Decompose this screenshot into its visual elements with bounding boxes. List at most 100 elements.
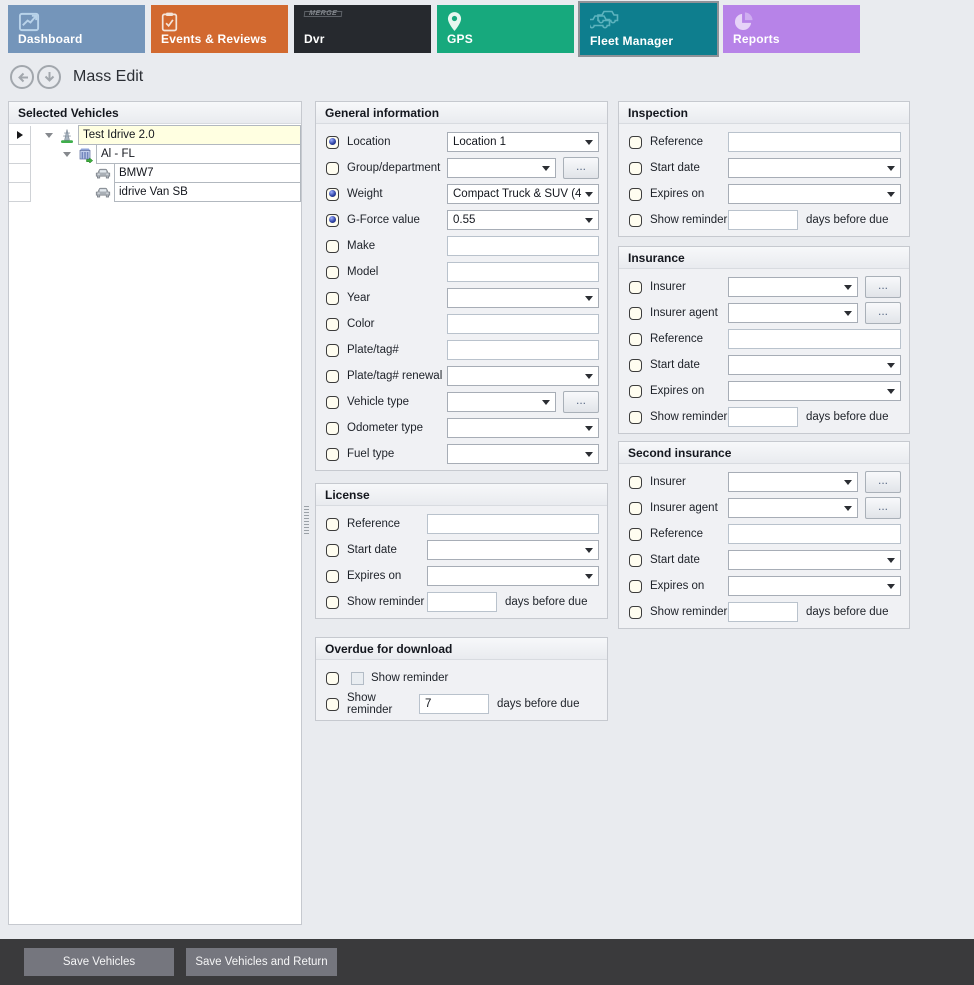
- general-g-force-value-combo[interactable]: 0.55: [447, 210, 599, 230]
- insurance-insurer-apply-checkbox[interactable]: [629, 281, 642, 294]
- insurance-insurer-browse-button[interactable]: ...: [865, 276, 901, 298]
- insurance-expires-on-apply-checkbox[interactable]: [629, 385, 642, 398]
- insurance-start-date-combo[interactable]: [728, 355, 901, 375]
- tab-reports[interactable]: Reports: [723, 5, 860, 53]
- second_insurance-expires-on-combo[interactable]: [728, 576, 901, 596]
- general-g-force-value-apply-checkbox[interactable]: [326, 214, 339, 227]
- tab-fleet-manager[interactable]: Fleet Manager: [580, 3, 717, 55]
- general-fuel-type-combo[interactable]: [447, 444, 599, 464]
- second_insurance-start-date-apply-checkbox[interactable]: [629, 554, 642, 567]
- general-odometer-type-combo[interactable]: [447, 418, 599, 438]
- map-pin-icon: [447, 11, 462, 32]
- general-vehicle-type-browse-button[interactable]: ...: [563, 391, 599, 413]
- tab-events-reviews[interactable]: Events & Reviews: [151, 5, 288, 53]
- insurance-expires-on-combo[interactable]: [728, 381, 901, 401]
- general-year-combo[interactable]: [447, 288, 599, 308]
- general-weight-apply-checkbox[interactable]: [326, 188, 339, 201]
- license-show-reminder-apply-checkbox[interactable]: [326, 596, 339, 609]
- tree-node-al-fl[interactable]: Al - FL: [96, 144, 301, 164]
- insurance-reference-input[interactable]: [728, 329, 901, 349]
- inspection-reference-apply-checkbox[interactable]: [629, 136, 642, 149]
- license-expires-on-apply-checkbox[interactable]: [326, 570, 339, 583]
- second_insurance-insurer-agent-apply-checkbox[interactable]: [629, 502, 642, 515]
- general-group-department-apply-checkbox[interactable]: [326, 162, 339, 175]
- field-label: Plate/tag# renewal: [347, 370, 447, 382]
- general-plate-tag-apply-checkbox[interactable]: [326, 344, 339, 357]
- general-color-input[interactable]: [447, 314, 599, 334]
- splitter-grip[interactable]: [304, 506, 309, 534]
- scroll-down-button[interactable]: [37, 65, 61, 89]
- inspection-start-date-combo[interactable]: [728, 158, 901, 178]
- second_insurance-insurer-agent-browse-button[interactable]: ...: [865, 497, 901, 519]
- tab-gps[interactable]: GPS: [437, 5, 574, 53]
- field-label: Reference: [650, 333, 728, 345]
- general-group-department-combo[interactable]: [447, 158, 556, 178]
- second_insurance-start-date-combo[interactable]: [728, 550, 901, 570]
- second_insurance-expires-on-apply-checkbox[interactable]: [629, 580, 642, 593]
- tree-node-test-idrive-2-0[interactable]: Test Idrive 2.0: [78, 125, 301, 145]
- general-model-apply-checkbox[interactable]: [326, 266, 339, 279]
- general-make-input[interactable]: [447, 236, 599, 256]
- second_insurance-show-reminder-days-input[interactable]: [728, 602, 798, 622]
- second_insurance-reference-input[interactable]: [728, 524, 901, 544]
- save-vehicles-button[interactable]: Save Vehicles: [24, 948, 174, 976]
- insurance-insurer-combo[interactable]: [728, 277, 858, 297]
- field-label: Fuel type: [347, 448, 447, 460]
- license-show-reminder-days-input[interactable]: [427, 592, 497, 612]
- overdue-show-reminder-days-input[interactable]: 7: [419, 694, 489, 714]
- second_insurance-insurer-browse-button[interactable]: ...: [865, 471, 901, 493]
- license-reference-apply-checkbox[interactable]: [326, 518, 339, 531]
- general-model-input[interactable]: [447, 262, 599, 282]
- general-vehicle-type-combo[interactable]: [447, 392, 556, 412]
- overdue-show-reminder-apply-checkbox[interactable]: [326, 672, 339, 685]
- tab-dashboard[interactable]: Dashboard: [8, 5, 145, 53]
- arrow-left-icon: [16, 71, 29, 84]
- general-year-apply-checkbox[interactable]: [326, 292, 339, 305]
- inspection-expires-on-apply-checkbox[interactable]: [629, 188, 642, 201]
- field-label: Color: [347, 318, 447, 330]
- second_insurance-insurer-agent-combo[interactable]: [728, 498, 858, 518]
- license-reference-input[interactable]: [427, 514, 599, 534]
- inspection-reference-input[interactable]: [728, 132, 901, 152]
- second_insurance-insurer-apply-checkbox[interactable]: [629, 476, 642, 489]
- general-plate-tag-renewal-combo[interactable]: [447, 366, 599, 386]
- overdue-show-reminder-apply-checkbox[interactable]: [326, 698, 339, 711]
- tree-node-bmw7[interactable]: BMW7: [114, 163, 301, 183]
- back-button[interactable]: [10, 65, 34, 89]
- inspection-expires-on-combo[interactable]: [728, 184, 901, 204]
- overdue-show-reminder-checkbox[interactable]: [351, 672, 364, 685]
- insurance-insurer-agent-combo[interactable]: [728, 303, 858, 323]
- inspection-start-date-apply-checkbox[interactable]: [629, 162, 642, 175]
- save-vehicles-and-return-button[interactable]: Save Vehicles and Return: [186, 948, 337, 976]
- general-group-department-browse-button[interactable]: ...: [563, 157, 599, 179]
- license-start-date-combo[interactable]: [427, 540, 599, 560]
- expand-collapse-icon[interactable]: [59, 145, 75, 164]
- insurance-reference-apply-checkbox[interactable]: [629, 333, 642, 346]
- general-plate-tag-input[interactable]: [447, 340, 599, 360]
- general-vehicle-type-apply-checkbox[interactable]: [326, 396, 339, 409]
- insurance-show-reminder-days-input[interactable]: [728, 407, 798, 427]
- general-color-apply-checkbox[interactable]: [326, 318, 339, 331]
- general-plate-tag-renewal-apply-checkbox[interactable]: [326, 370, 339, 383]
- insurance-insurer-agent-browse-button[interactable]: ...: [865, 302, 901, 324]
- general-location-apply-checkbox[interactable]: [326, 136, 339, 149]
- second_insurance-show-reminder-apply-checkbox[interactable]: [629, 606, 642, 619]
- general-make-apply-checkbox[interactable]: [326, 240, 339, 253]
- tree-node-idrive-van-sb[interactable]: idrive Van SB: [114, 182, 301, 202]
- inspection-show-reminder-apply-checkbox[interactable]: [629, 214, 642, 227]
- general-fuel-type-apply-checkbox[interactable]: [326, 448, 339, 461]
- general-odometer-type-apply-checkbox[interactable]: [326, 422, 339, 435]
- license-start-date-apply-checkbox[interactable]: [326, 544, 339, 557]
- page-title: Mass Edit: [73, 68, 143, 86]
- general-location-combo[interactable]: Location 1: [447, 132, 599, 152]
- insurance-insurer-agent-apply-checkbox[interactable]: [629, 307, 642, 320]
- second_insurance-reference-apply-checkbox[interactable]: [629, 528, 642, 541]
- insurance-start-date-apply-checkbox[interactable]: [629, 359, 642, 372]
- second_insurance-insurer-combo[interactable]: [728, 472, 858, 492]
- insurance-show-reminder-apply-checkbox[interactable]: [629, 411, 642, 424]
- inspection-show-reminder-days-input[interactable]: [728, 210, 798, 230]
- general-weight-combo[interactable]: Compact Truck & SUV (4...: [447, 184, 599, 204]
- license-expires-on-combo[interactable]: [427, 566, 599, 586]
- tab-dvr[interactable]: MERGEDvr: [294, 5, 431, 53]
- expand-collapse-icon[interactable]: [41, 126, 57, 145]
